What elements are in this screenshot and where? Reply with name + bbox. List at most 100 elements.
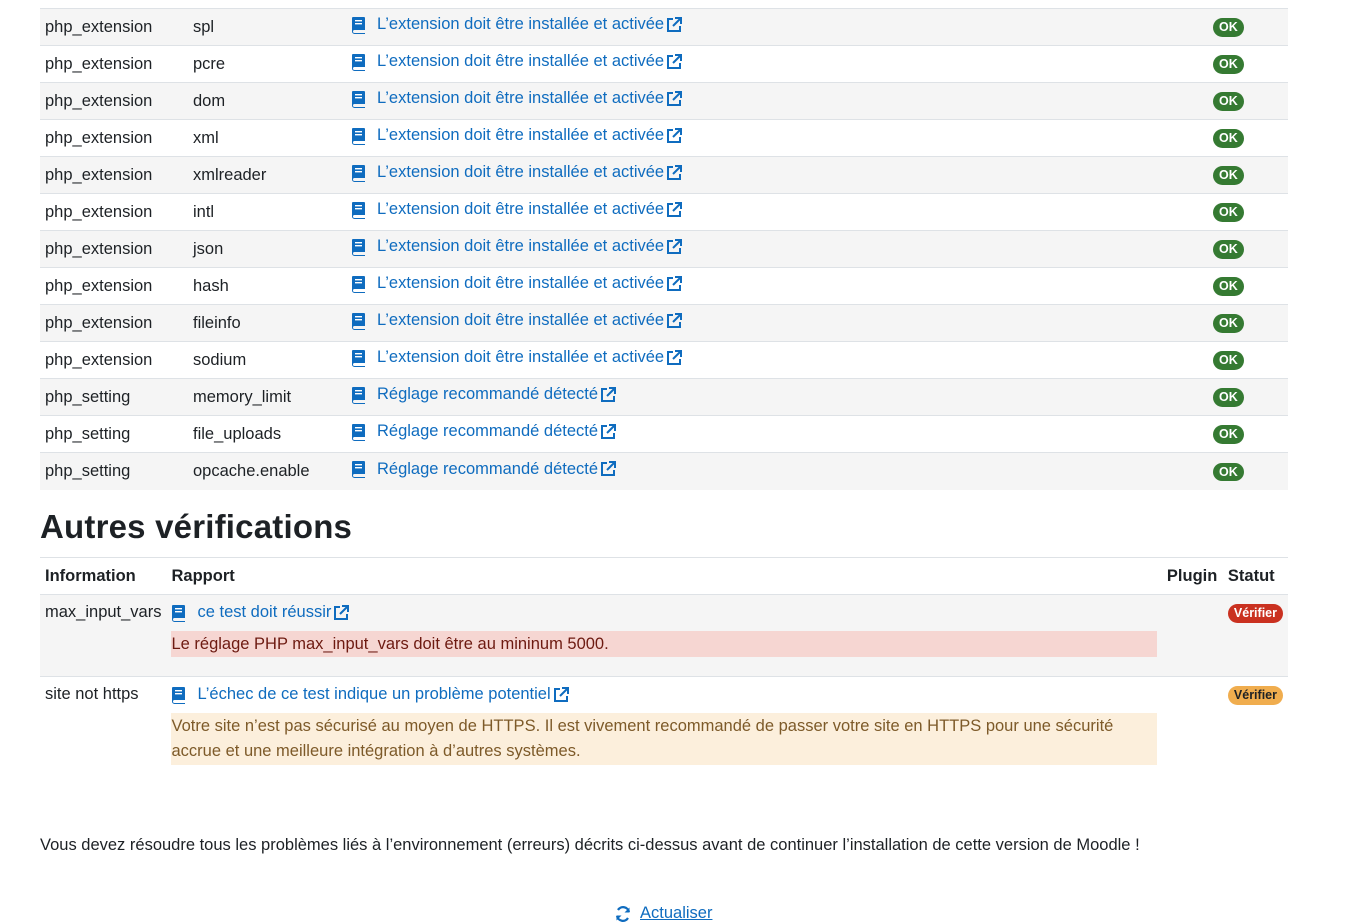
env-type: php_extension: [45, 239, 153, 258]
table-row: php_extension hash L’extension doit être i…: [40, 267, 1288, 305]
external-link-icon: [667, 164, 683, 180]
env-status: OK: [1208, 305, 1288, 342]
table-row: php_setting file_uploads Réglage recommand…: [40, 415, 1288, 453]
env-type: php_setting: [45, 461, 131, 480]
env-type: php_extension: [45, 91, 153, 110]
env-type: php_extension: [45, 54, 153, 73]
doc-link[interactable]: L’extension doit être installée et activ…: [351, 274, 683, 293]
env-name: sodium: [193, 350, 247, 369]
doc-link-label: L’extension doit être installée et activ…: [377, 200, 665, 219]
env-type: php_extension: [45, 17, 153, 36]
doc-link[interactable]: L’échec de ce test indique un problème p…: [171, 685, 569, 704]
env-status: OK: [1208, 231, 1288, 268]
doc-link-label: L’extension doit être installée et activ…: [377, 126, 665, 145]
env-name: opcache.enable: [193, 461, 310, 480]
env-name: fileinfo: [193, 313, 241, 332]
env-type: php_extension: [45, 276, 153, 295]
header-plugin: Plugin: [1166, 566, 1218, 585]
status-badge: OK: [1213, 462, 1244, 481]
book-icon: [352, 349, 365, 367]
doc-link[interactable]: L’extension doit être installée et activ…: [351, 237, 683, 256]
env-type: php_extension: [45, 165, 153, 184]
book-icon: [352, 127, 365, 145]
book-icon: [172, 604, 186, 622]
doc-link[interactable]: L’extension doit être installée et activ…: [351, 89, 683, 108]
error-message: Le réglage PHP max_input_vars doit être …: [171, 630, 1157, 657]
status-badge: OK: [1213, 425, 1244, 444]
external-link-icon: [667, 349, 683, 365]
env-type: php_extension: [45, 202, 153, 221]
book-icon: [352, 16, 365, 34]
external-link-icon: [553, 686, 569, 702]
table-row: max_input_vars ce test doit réussir Le r…: [40, 594, 1288, 677]
doc-link[interactable]: L’extension doit être installée et activ…: [351, 52, 683, 71]
doc-link[interactable]: L’extension doit être installée et activ…: [351, 311, 683, 330]
refresh-label: Actualiser: [640, 904, 713, 922]
other-checks-heading: Autres vérifications: [40, 508, 353, 545]
external-link-icon: [667, 127, 683, 143]
book-icon: [352, 53, 365, 71]
env-report: L’extension doit être installée et activ…: [346, 305, 1208, 342]
book-icon: [352, 90, 365, 108]
status-badge: OK: [1213, 18, 1244, 37]
doc-link[interactable]: Réglage recommandé détecté: [351, 385, 617, 404]
check-status: Vérifier: [1223, 677, 1288, 774]
doc-link-label: Réglage recommandé détecté: [377, 422, 599, 441]
doc-link-label: L’extension doit être installée et activ…: [377, 163, 665, 182]
external-link-icon: [667, 90, 683, 106]
book-icon: [352, 201, 365, 219]
env-status: OK: [1208, 46, 1288, 83]
external-link-icon: [667, 238, 683, 254]
doc-link[interactable]: L’extension doit être installée et activ…: [351, 126, 683, 145]
doc-link-label: L’extension doit être installée et activ…: [377, 311, 665, 330]
doc-link-label: L’extension doit être installée et activ…: [377, 274, 665, 293]
doc-link[interactable]: ce test doit réussir: [171, 603, 350, 622]
env-report: L’extension doit être installée et activ…: [346, 194, 1208, 231]
status-badge: OK: [1213, 351, 1244, 370]
env-status: OK: [1208, 379, 1288, 416]
doc-link-label: L’extension doit être installée et activ…: [377, 348, 665, 367]
env-name: hash: [193, 276, 229, 295]
check-info: max_input_vars: [45, 603, 162, 621]
env-report: Réglage recommandé détecté: [346, 379, 1208, 416]
external-link-icon: [667, 53, 683, 69]
book-icon: [352, 386, 365, 404]
status-badge: OK: [1213, 388, 1244, 407]
doc-link[interactable]: L’extension doit être installée et activ…: [351, 348, 683, 367]
header-report: Rapport: [171, 566, 235, 585]
doc-link[interactable]: Réglage recommandé détecté: [351, 460, 617, 479]
warning-message: Votre site n’est pas sécurisé au moyen d…: [171, 712, 1157, 765]
env-report: L’extension doit être installée et activ…: [346, 157, 1208, 194]
book-icon: [352, 312, 365, 330]
book-icon: [352, 164, 365, 182]
doc-link[interactable]: L’extension doit être installée et activ…: [351, 15, 683, 34]
environment-table: php_extension spl L’extension doit être in…: [40, 8, 1288, 490]
env-status: OK: [1208, 416, 1288, 453]
doc-link[interactable]: Réglage recommandé détecté: [351, 422, 617, 441]
env-type: php_extension: [45, 350, 153, 369]
external-link-icon: [667, 312, 683, 328]
status-badge: OK: [1213, 240, 1244, 259]
doc-link[interactable]: L’extension doit être installée et activ…: [351, 163, 683, 182]
env-report: L’extension doit être installée et activ…: [346, 231, 1208, 268]
env-report: Réglage recommandé détecté: [346, 453, 1208, 490]
check-plugin: [1162, 677, 1223, 774]
doc-link[interactable]: L’extension doit être installée et activ…: [351, 200, 683, 219]
table-row: php_extension sodium L’extension doit être…: [40, 341, 1288, 379]
env-report: L’extension doit être installée et activ…: [346, 268, 1208, 305]
env-status: OK: [1208, 453, 1288, 490]
external-link-icon: [334, 604, 350, 620]
environment-footnote: Vous devez résoudre tous les problèmes l…: [40, 836, 1140, 854]
env-status: OK: [1208, 157, 1288, 194]
table-row: php_extension xml L’extension doit être in…: [40, 119, 1288, 157]
env-status: OK: [1208, 194, 1288, 231]
check-status: Vérifier: [1223, 595, 1288, 677]
header-status: Statut: [1227, 566, 1275, 585]
table-row: php_extension json L’extension doit être i…: [40, 230, 1288, 268]
table-row: php_extension fileinfo L’extension doit êt…: [40, 304, 1288, 342]
status-badge: OK: [1213, 314, 1244, 333]
doc-link-label: L’extension doit être installée et activ…: [377, 89, 665, 108]
refresh-link[interactable]: Actualiser: [614, 904, 712, 923]
check-report: L’échec de ce test indique un problème p…: [166, 677, 1161, 774]
env-report: L’extension doit être installée et activ…: [346, 46, 1208, 83]
